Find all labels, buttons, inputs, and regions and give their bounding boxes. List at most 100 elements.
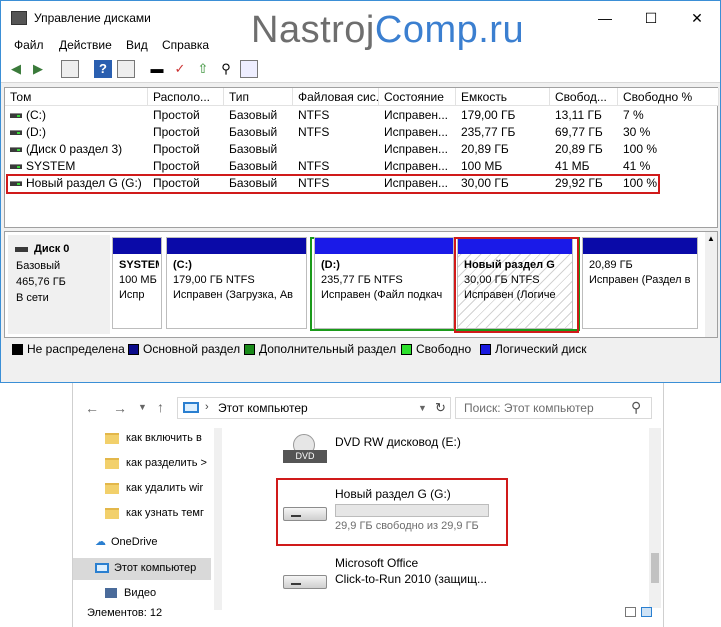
rescan-icon[interactable]: ⇧ xyxy=(194,60,212,78)
folder-icon xyxy=(105,482,119,494)
drive-detail: Click-to-Run 2010 (защищ... xyxy=(335,572,487,586)
table-cell: NTFS xyxy=(298,159,330,173)
partition-size: 235,77 ГБ NTFS xyxy=(321,274,403,286)
scroll-thumb[interactable] xyxy=(651,553,659,583)
nav-videos[interactable]: Видео xyxy=(105,587,215,599)
partition-system[interactable]: SYSTEM 100 МБ Испр xyxy=(112,237,162,329)
table-cell: NTFS xyxy=(298,108,330,122)
forward-arrow-icon[interactable]: → xyxy=(113,400,127,416)
drive-light xyxy=(291,583,301,585)
disk-info-panel[interactable]: Диск 0 Базовый 465,76 ГБ В сети xyxy=(8,235,110,334)
drive-item-office[interactable]: Microsoft Office Click-to-Run 2010 (защи… xyxy=(279,555,529,595)
column-header[interactable]: Тип xyxy=(224,88,293,106)
highlight-box xyxy=(6,174,660,194)
details-view-icon[interactable] xyxy=(625,607,636,617)
partition-size: 100 МБ xyxy=(119,274,157,286)
status-text: Элементов: 12 xyxy=(87,607,163,619)
search-placeholder: Поиск: Этот компьютер xyxy=(464,401,594,415)
volume-name: (D:) xyxy=(26,125,46,139)
nav-label: Видео xyxy=(124,587,157,599)
hard-drive-icon xyxy=(283,563,327,591)
partition-bar xyxy=(583,238,697,254)
nav-scrollbar[interactable] xyxy=(214,428,222,610)
cloud-icon: ☁ xyxy=(95,536,106,548)
nav-folder[interactable]: как включить в xyxy=(105,432,210,444)
large-icons-view-icon[interactable] xyxy=(641,607,652,617)
minimize-button[interactable]: — xyxy=(582,1,628,35)
chevron-down-icon[interactable]: ▼ xyxy=(418,403,427,413)
partition-size: 179,00 ГБ NTFS xyxy=(173,274,255,286)
nav-this-pc[interactable]: Этот компьютер xyxy=(95,562,215,574)
menu-file[interactable]: Файл xyxy=(14,38,44,52)
column-header[interactable]: Состояние xyxy=(379,88,456,106)
folder-icon xyxy=(105,457,119,469)
nav-onedrive[interactable]: ☁ OneDrive xyxy=(95,535,215,548)
nav-label: как удалить wir xyxy=(126,482,204,494)
up-arrow-icon[interactable]: ↑ xyxy=(157,399,164,415)
column-header[interactable]: Файловая сис... xyxy=(293,88,379,106)
partition-c[interactable]: (C:) 179,00 ГБ NTFS Исправен (Загрузка, … xyxy=(166,237,307,329)
partition-name: (D:) xyxy=(321,259,340,271)
column-header[interactable]: Свобод... xyxy=(550,88,618,106)
table-row[interactable]: (D:) Простой Базовый NTFS Исправен... 23… xyxy=(5,124,717,141)
menu-help[interactable]: Справка xyxy=(162,38,209,52)
list-icon[interactable] xyxy=(240,60,258,78)
drive-item-dvd[interactable]: DVD DVD RW дисковод (E:) xyxy=(279,430,519,470)
maximize-button[interactable]: ☐ xyxy=(628,1,674,35)
search-icon[interactable]: ⚲ xyxy=(217,60,235,78)
partition-size: 20,89 ГБ xyxy=(589,259,633,271)
forward-arrow-icon[interactable]: ▶ xyxy=(29,60,47,78)
scroll-up-icon[interactable]: ▲ xyxy=(707,234,715,243)
menu-view[interactable]: Вид xyxy=(126,38,148,52)
partition-body: (C:) 179,00 ГБ NTFS Исправен (Загрузка, … xyxy=(169,256,304,326)
column-header[interactable]: Располо... xyxy=(148,88,224,106)
partition-recovery[interactable]: 20,89 ГБ Исправен (Раздел в xyxy=(582,237,698,329)
disk-management-window: Управление дисками — ☐ ✕ Файл Действие В… xyxy=(0,0,721,383)
menu-action[interactable]: Действие xyxy=(59,38,112,52)
table-row[interactable]: SYSTEM Простой Базовый NTFS Исправен... … xyxy=(5,158,717,175)
nav-folder[interactable]: как удалить wir xyxy=(105,482,210,494)
table-row[interactable]: (Диск 0 раздел 3) Простой Базовый Исправ… xyxy=(5,141,717,158)
check-icon[interactable]: ✓ xyxy=(171,60,189,78)
legend-label: Свободно xyxy=(416,342,472,356)
connect-icon[interactable]: ▬ xyxy=(148,60,166,78)
table-cell: Исправен... xyxy=(384,159,449,173)
toolbar: ◀ ▶ ? ▬ ✓ ⇧ ⚲ xyxy=(1,55,720,83)
table-cell: 30 % xyxy=(623,125,651,139)
table-cell: Базовый xyxy=(229,142,278,156)
address-bar[interactable]: › Этот компьютер ▼ ↻ xyxy=(177,397,451,419)
content-scrollbar[interactable] xyxy=(649,428,661,608)
legend-label: Дополнительный раздел xyxy=(259,342,397,356)
nav-folder[interactable]: как разделить > xyxy=(105,457,210,469)
partition-d[interactable]: (D:) 235,77 ГБ NTFS Исправен (Файл подка… xyxy=(314,237,454,329)
window-title: Управление дисками xyxy=(34,11,151,25)
refresh-icon[interactable]: ↻ xyxy=(435,400,446,416)
column-header[interactable]: Емкость xyxy=(456,88,550,106)
chevron-down-icon[interactable]: ▼ xyxy=(138,402,147,412)
back-arrow-icon[interactable]: ← xyxy=(85,400,99,416)
volume-name: (C:) xyxy=(26,108,46,122)
column-header[interactable]: Свободно % xyxy=(618,88,719,106)
table-cell: 41 МБ xyxy=(555,159,590,173)
search-input[interactable]: Поиск: Этот компьютер ⚲ xyxy=(455,397,652,419)
nav-folder[interactable]: как узнать темг xyxy=(105,507,210,519)
properties-icon[interactable] xyxy=(117,60,135,78)
back-arrow-icon[interactable]: ◀ xyxy=(7,60,25,78)
help-icon[interactable]: ? xyxy=(94,60,112,78)
folder-icon xyxy=(105,432,119,444)
partition-body: SYSTEM 100 МБ Испр xyxy=(115,256,159,326)
column-header[interactable]: Том xyxy=(5,88,148,106)
table-row[interactable]: (C:) Простой Базовый NTFS Исправен... 17… xyxy=(5,107,717,124)
search-icon: ⚲ xyxy=(631,399,642,415)
vertical-scrollbar[interactable]: ▲ xyxy=(705,232,717,337)
legend-swatch xyxy=(128,344,139,355)
close-button[interactable]: ✕ xyxy=(674,1,720,35)
table-cell: 179,00 ГБ xyxy=(461,108,516,122)
disk-status: В сети xyxy=(16,292,49,304)
partition-bar xyxy=(113,238,161,254)
partition-name: (C:) xyxy=(173,259,192,271)
console-tree-icon[interactable] xyxy=(61,60,79,78)
volume-name-cell: (Диск 0 раздел 3) xyxy=(5,141,148,158)
partition-status: Исправен (Загрузка, Ав xyxy=(173,289,294,301)
table-cell: Простой xyxy=(153,108,200,122)
